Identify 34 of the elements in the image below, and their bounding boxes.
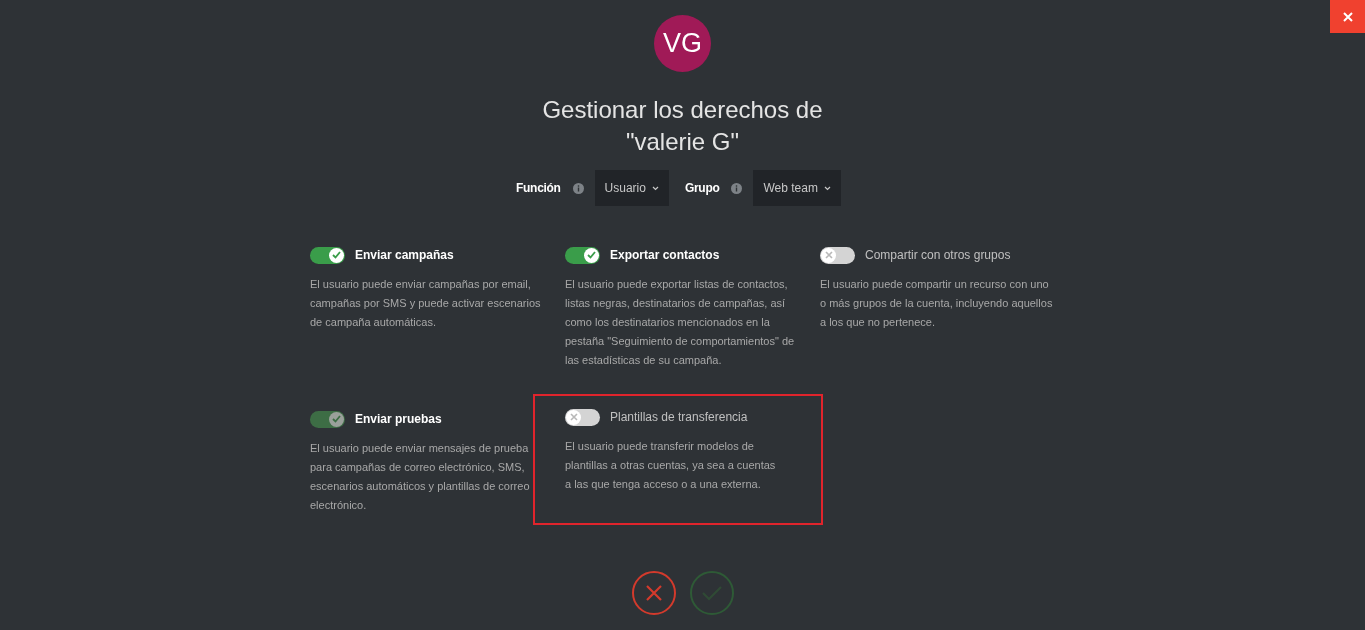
permission-description: El usuario puede exportar listas de contactos, listas negras, destinatarios de campañas, así como los destinatarios mencionados en la pestaña "Seguimiento de comportamientos" de las estadísticas de su campaña. <box>565 277 796 368</box>
check-icon <box>701 585 722 601</box>
permission-description: El usuario puede compartir un recurso con uno o más grupos de la cuenta, incluyendo aquellos a los que no pertenece. <box>820 277 1054 330</box>
toggle-switch[interactable] <box>310 246 345 264</box>
close-icon <box>645 585 662 601</box>
dropdown[interactable]: Usuario <box>594 170 669 206</box>
toggle-switch[interactable] <box>820 246 855 264</box>
info-icon[interactable] <box>572 182 584 194</box>
permission-name: Enviar campañas <box>355 248 454 262</box>
permission-name: Enviar pruebas <box>355 412 442 426</box>
caret-icon <box>651 185 659 191</box>
field-label: Grupo <box>684 181 720 195</box>
close-button[interactable] <box>1330 0 1365 33</box>
close-icon <box>1342 11 1353 22</box>
check-icon <box>332 251 341 259</box>
permission-description: El usuario puede enviar mensajes de prueba para campañas de correo electrónico, SMS, escenarios automáticos y plantillas de correo electrónico. <box>310 441 531 513</box>
check-icon <box>587 251 596 259</box>
permission-name: Plantillas de transferencia <box>610 410 748 424</box>
toggle-switch[interactable] <box>565 246 600 264</box>
avatar: VG <box>654 15 711 72</box>
caret-icon <box>823 185 831 191</box>
cross-icon <box>824 251 833 259</box>
field-label: Función <box>516 181 561 195</box>
check-icon <box>332 415 341 423</box>
dropdown[interactable]: Web team <box>753 170 841 206</box>
cancel-button[interactable] <box>631 571 676 615</box>
dialog-title: Gestionar los derechos de "valerie G" <box>541 95 824 157</box>
info-icon[interactable] <box>731 182 743 194</box>
cross-icon <box>569 413 578 421</box>
permission-description: El usuario puede enviar campañas por email, campañas por SMS y puede activar escenarios de campaña automáticas. <box>310 277 542 330</box>
permission-name: Exportar contactos <box>610 248 720 262</box>
permission-name: Compartir con otros grupos <box>865 248 1011 262</box>
toggle-switch[interactable] <box>565 408 600 426</box>
permission-description: El usuario puede transferir modelos de plantillas a otras cuentas, ya sea a cuentas a las que tenga acceso o a una externa. <box>565 439 777 492</box>
